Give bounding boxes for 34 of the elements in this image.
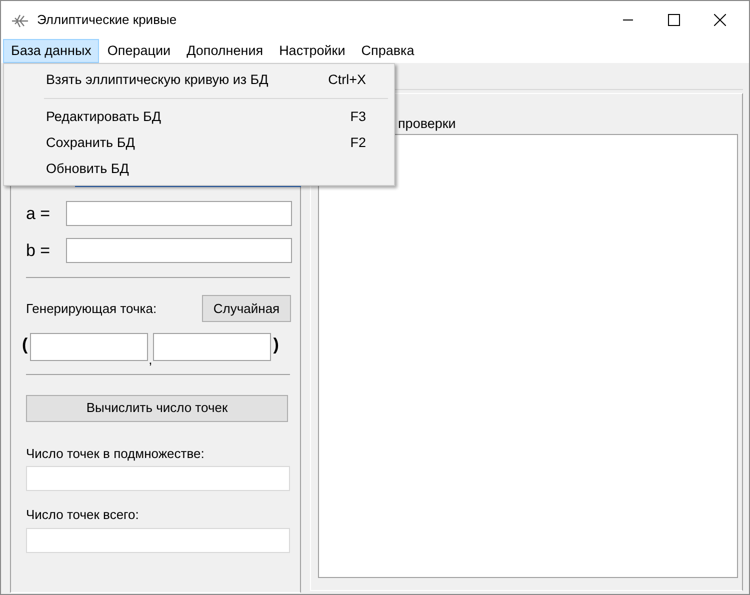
menu-item-label: Обновить БД <box>46 160 129 178</box>
menu-item[interactable]: Обновить БД <box>6 156 392 182</box>
input-field[interactable] <box>66 201 292 226</box>
menu-item-label: Редактировать БД <box>46 108 162 126</box>
menu-item-label: Сохранить БД <box>46 134 135 152</box>
parenthesis: ) <box>273 334 279 356</box>
field-label: b = <box>26 240 52 262</box>
random-button[interactable]: Случайная <box>202 295 291 322</box>
shortcut-text: Ctrl+X <box>328 70 366 89</box>
shortcut-text: F3 <box>350 108 366 126</box>
menu-item-label: Взять эллиптическую кривую из БД <box>46 70 268 89</box>
menu-item[interactable]: Взять эллиптическую кривую из БД Ctrl+X <box>6 67 392 93</box>
input-field[interactable] <box>30 332 148 360</box>
input-field[interactable] <box>66 238 292 263</box>
menu-item[interactable]: Справка <box>353 39 422 63</box>
parenthesis: ( <box>22 334 28 356</box>
menu-item[interactable]: Настройки <box>271 39 354 63</box>
menu-item[interactable]: Дополнения <box>178 39 272 63</box>
field-label: Генерирующая точка: <box>26 300 157 318</box>
menu-item[interactable]: Операции <box>99 39 179 63</box>
field-label: Число точек всего: <box>26 506 140 524</box>
field-label: a = <box>26 203 52 225</box>
menu-item[interactable]: База данных <box>3 39 100 63</box>
compute-button[interactable]: Вычислить число точек <box>26 394 288 422</box>
window-title: Эллиптические кривые <box>37 11 177 30</box>
output-field[interactable] <box>26 528 290 552</box>
input-field[interactable] <box>153 332 272 360</box>
field-label: Число точек в подмножестве: <box>26 444 206 463</box>
shortcut-text: F2 <box>350 134 366 152</box>
output-field[interactable] <box>26 466 290 491</box>
menu-item[interactable]: Сохранить БД F2 <box>6 130 392 156</box>
group-title: проверки <box>398 115 457 133</box>
comma: , <box>148 354 152 364</box>
menu-item[interactable]: Редактировать БД F3 <box>6 104 392 130</box>
